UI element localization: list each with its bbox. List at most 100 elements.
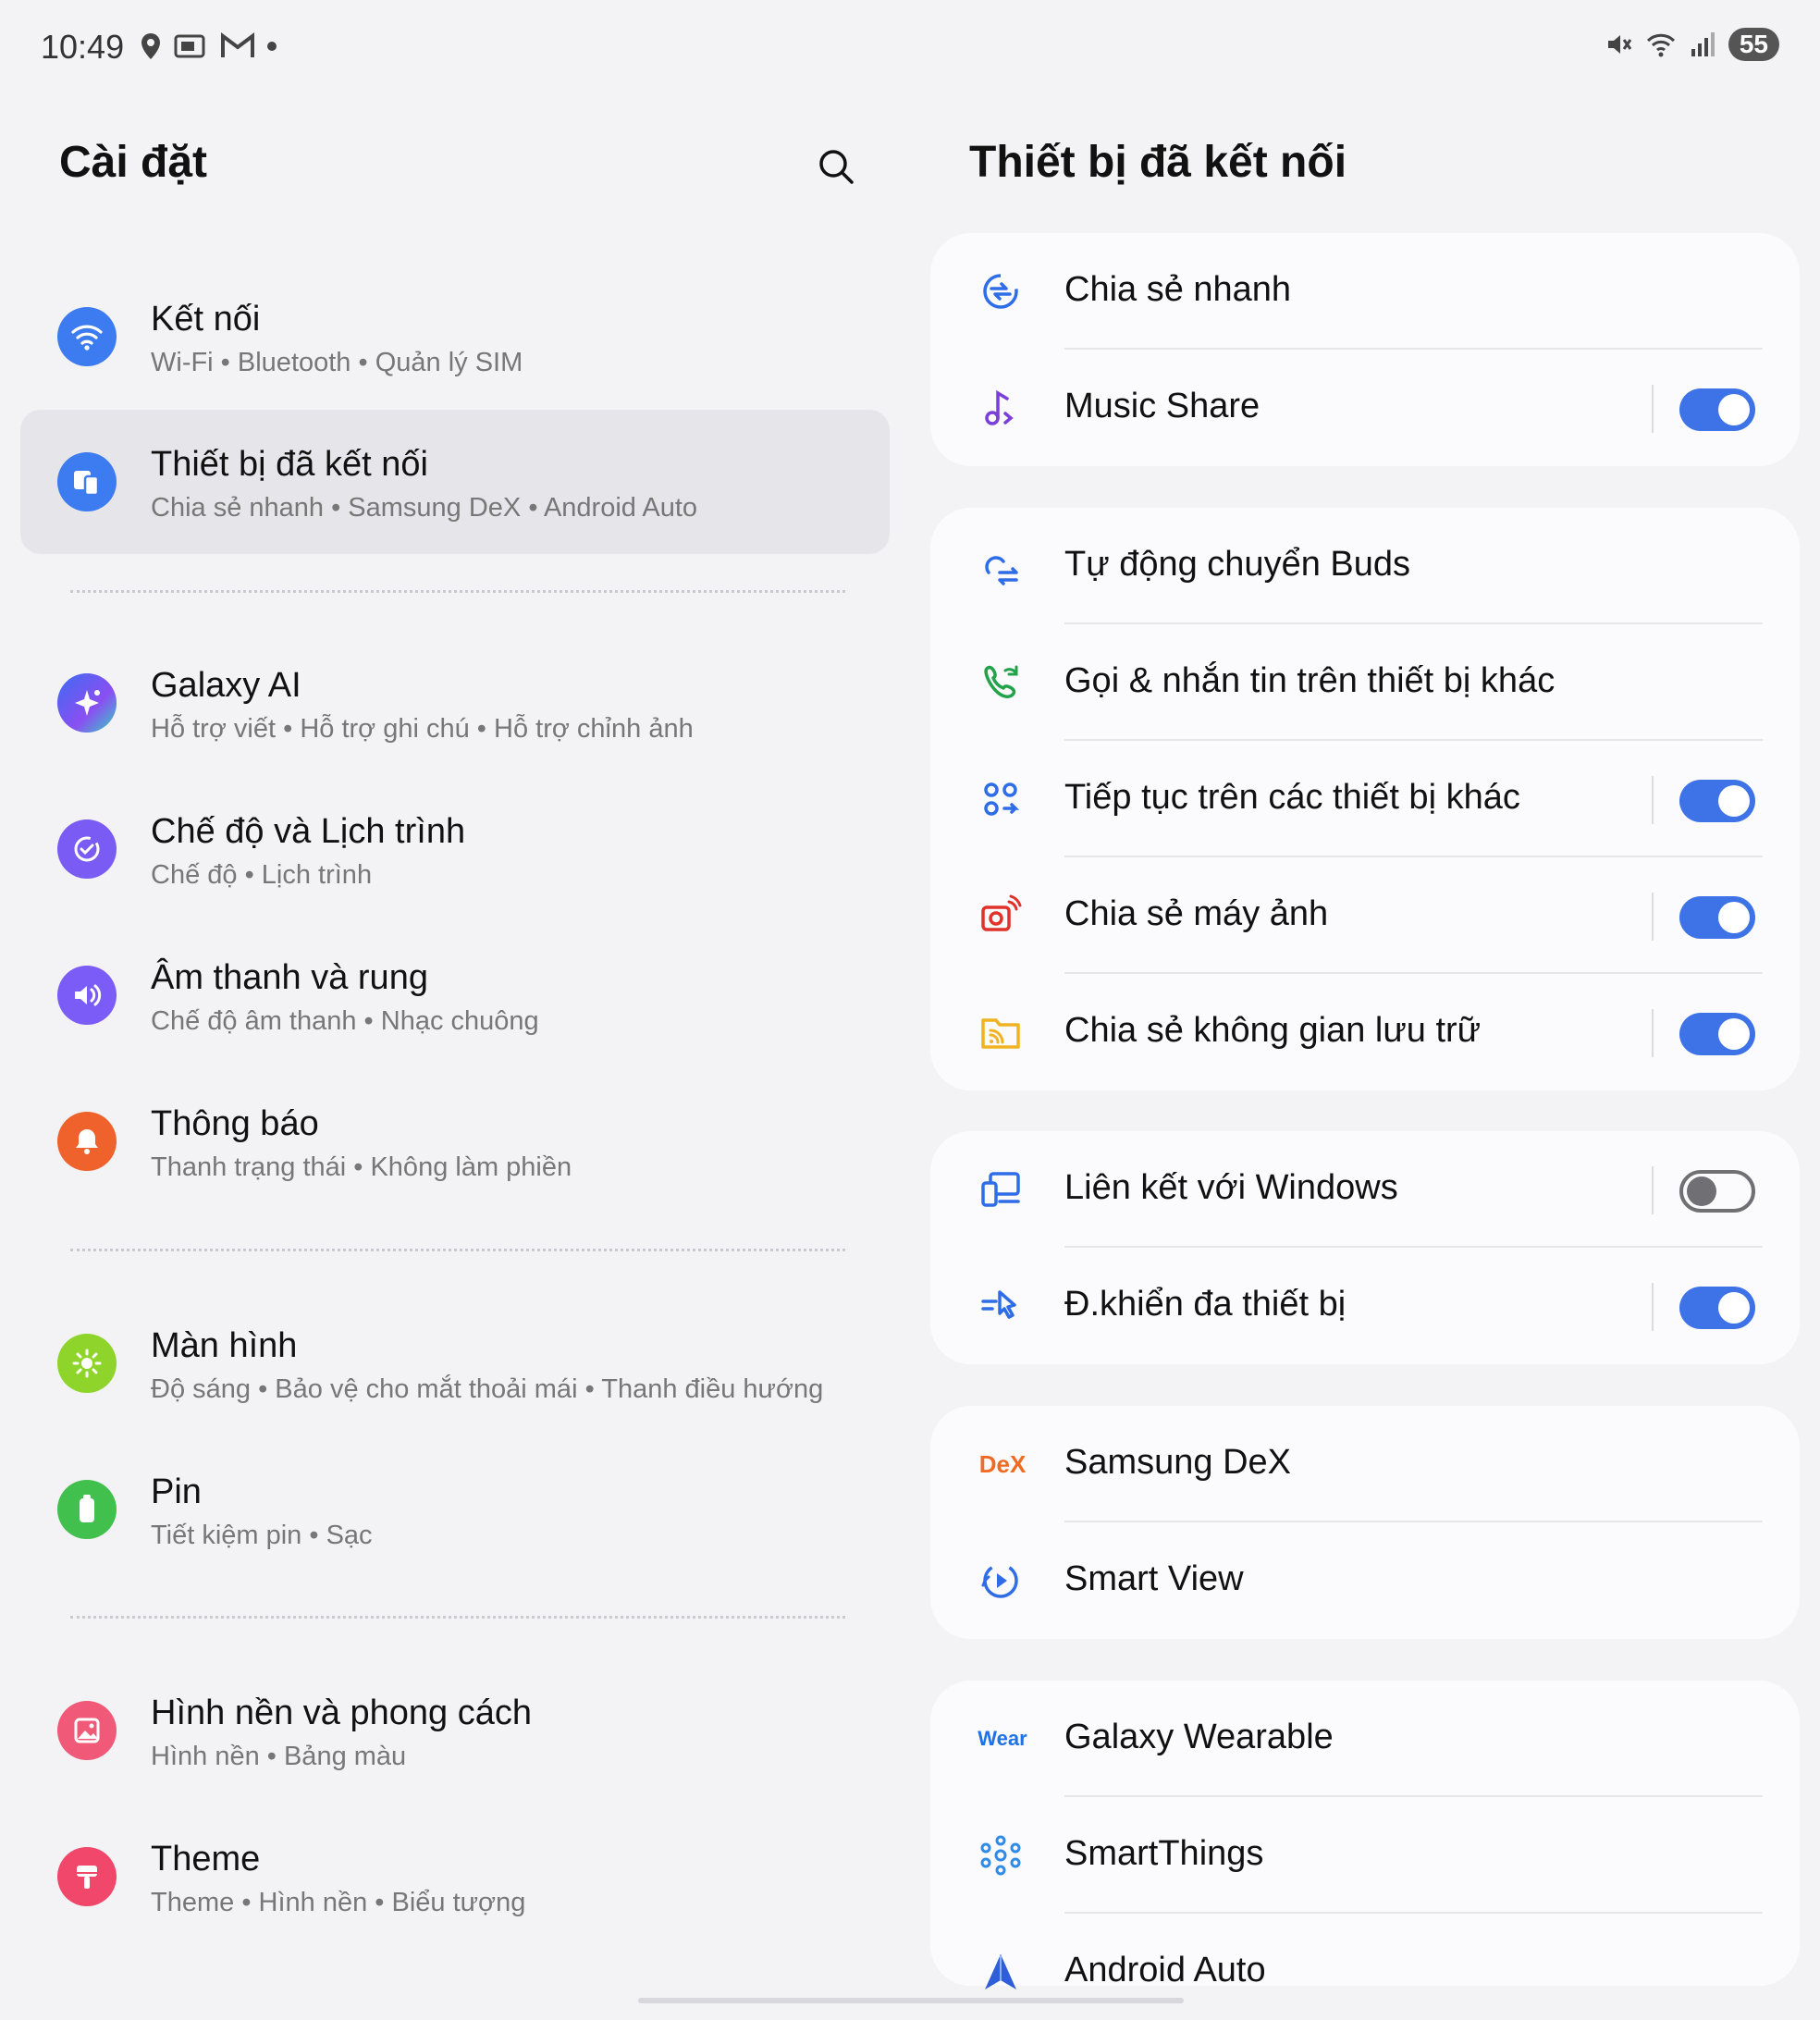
settings-card: Tự động chuyển Buds Gọi & nhắn tin trên … <box>930 508 1800 1090</box>
row-label: Đ.khiển đa thiết bị <box>1064 1285 1347 1324</box>
gesture-handle[interactable] <box>638 1998 1184 2003</box>
settings-item-modes-routines[interactable]: Chế độ và Lịch trình Chế độ • Lịch trình <box>20 777 890 921</box>
item-subtitle: Chế độ âm thanh • Nhạc chuông <box>151 1006 539 1036</box>
item-title: Theme <box>151 1840 261 1878</box>
settings-card: Liên kết với Windows Đ.khiển đa thiết bị <box>930 1131 1800 1364</box>
call-other-devices-icon <box>978 660 1023 705</box>
check-circle-icon <box>57 819 117 879</box>
item-title: Galaxy AI <box>151 666 301 705</box>
row-call-text-other-devices[interactable]: Gọi & nhắn tin trên thiết bị khác <box>930 624 1800 741</box>
item-title: Thiết bị đã kết nối <box>151 445 428 484</box>
item-subtitle: Wi-Fi • Bluetooth • Quản lý SIM <box>151 348 523 377</box>
bell-icon <box>57 1112 117 1171</box>
item-subtitle: Hình nền • Bảng màu <box>151 1742 407 1771</box>
dex-icon: DeX <box>975 1442 1030 1486</box>
row-label: Samsung DeX <box>1064 1443 1292 1482</box>
settings-item-sound-vibration[interactable]: Âm thanh và rung Chế độ âm thanh • Nhạc … <box>20 923 890 1067</box>
toggle-knob <box>1718 1018 1750 1050</box>
toggle-divider <box>1652 1283 1654 1331</box>
row-galaxy-wearable[interactable]: Wear Galaxy Wearable <box>930 1681 1800 1797</box>
multi-control-icon <box>978 1284 1023 1328</box>
section-divider <box>70 1616 845 1619</box>
settings-item-battery[interactable]: Pin Tiết kiệm pin • Sạc <box>20 1437 890 1582</box>
wifi-icon <box>57 307 117 366</box>
item-title: Kết nối <box>151 300 261 339</box>
item-subtitle: Hỗ trợ viết • Hỗ trợ ghi chú • Hỗ trợ ch… <box>151 714 694 744</box>
storage-share-icon <box>978 1010 1023 1054</box>
item-title: Chế độ và Lịch trình <box>151 812 466 851</box>
item-title: Hình nền và phong cách <box>151 1694 532 1732</box>
storage-share-toggle[interactable] <box>1679 1013 1755 1055</box>
row-label: Tiếp tục trên các thiết bị khác <box>1064 778 1520 817</box>
signal-icon <box>1691 32 1715 56</box>
row-link-to-windows[interactable]: Liên kết với Windows <box>930 1131 1800 1248</box>
settings-item-connections[interactable]: Kết nối Wi-Fi • Bluetooth • Quản lý SIM <box>20 265 890 409</box>
row-camera-share[interactable]: Chia sẻ máy ảnh <box>930 857 1800 974</box>
row-multi-control[interactable]: Đ.khiển đa thiết bị <box>930 1248 1800 1364</box>
row-auto-switch-buds[interactable]: Tự động chuyển Buds <box>930 508 1800 624</box>
settings-item-notifications[interactable]: Thông báo Thanh trạng thái • Không làm p… <box>20 1069 890 1213</box>
settings-item-wallpaper-style[interactable]: Hình nền và phong cách Hình nền • Bảng m… <box>20 1658 890 1803</box>
android-auto-icon <box>978 1950 1023 1994</box>
dot-icon <box>267 42 277 51</box>
settings-item-galaxy-ai[interactable]: Galaxy AI Hỗ trợ viết • Hỗ trợ ghi chú •… <box>20 631 890 775</box>
row-continue-apps[interactable]: Tiếp tục trên các thiết bị khác <box>930 741 1800 857</box>
link-windows-toggle[interactable] <box>1679 1170 1755 1213</box>
volume-icon <box>57 966 117 1025</box>
cast-icon <box>174 34 205 58</box>
settings-card: DeX Samsung DeX Smart View <box>930 1406 1800 1639</box>
battery-level: 55 <box>1728 28 1779 61</box>
wear-brand-label: Wear <box>978 1727 1027 1750</box>
section-divider <box>70 590 845 593</box>
mute-icon <box>1607 35 1632 54</box>
item-title: Thông báo <box>151 1104 319 1143</box>
continue-apps-toggle[interactable] <box>1679 780 1755 822</box>
row-label: Chia sẻ máy ảnh <box>1064 894 1329 933</box>
camera-share-toggle[interactable] <box>1679 896 1755 939</box>
wear-icon: Wear <box>975 1717 1030 1761</box>
status-time: 10:49 <box>41 28 125 66</box>
settings-item-display[interactable]: Màn hình Độ sáng • Bảo vệ cho mắt thoải … <box>20 1291 890 1435</box>
item-subtitle: Thanh trạng thái • Không làm phiền <box>151 1152 572 1182</box>
row-label: Tự động chuyển Buds <box>1064 545 1411 584</box>
row-label: Chia sẻ không gian lưu trữ <box>1064 1011 1482 1050</box>
settings-item-theme[interactable]: Theme Theme • Hình nền • Biểu tượng <box>20 1804 890 1949</box>
location-icon <box>141 33 160 59</box>
item-subtitle: Độ sáng • Bảo vệ cho mắt thoải mái • Tha… <box>151 1374 824 1404</box>
row-quick-share[interactable]: Chia sẻ nhanh <box>930 233 1800 350</box>
row-music-share[interactable]: Music Share <box>930 350 1800 466</box>
row-samsung-dex[interactable]: DeX Samsung DeX <box>930 1406 1800 1522</box>
toggle-knob <box>1687 1176 1716 1206</box>
item-title: Màn hình <box>151 1326 298 1365</box>
toggle-divider <box>1652 893 1654 941</box>
settings-card: Wear Galaxy Wearable SmartThings Android… <box>930 1681 1800 1989</box>
image-icon <box>57 1701 117 1760</box>
toggle-knob <box>1718 902 1750 933</box>
quick-share-icon <box>978 269 1023 314</box>
row-label: Liên kết với Windows <box>1064 1168 1398 1207</box>
item-subtitle: Tiết kiệm pin • Sạc <box>151 1521 373 1550</box>
row-label: Music Share <box>1064 387 1260 425</box>
music-share-toggle[interactable] <box>1679 388 1755 431</box>
gmail-icon <box>221 32 254 57</box>
row-smartthings[interactable]: SmartThings <box>930 1797 1800 1914</box>
battery-icon <box>57 1480 117 1539</box>
multi-control-toggle[interactable] <box>1679 1287 1755 1329</box>
row-android-auto[interactable]: Android Auto <box>930 1914 1800 2020</box>
search-button[interactable] <box>810 141 862 192</box>
smart-view-icon <box>978 1558 1023 1603</box>
toggle-divider <box>1652 776 1654 824</box>
camera-share-icon <box>978 893 1023 938</box>
row-storage-share[interactable]: Chia sẻ không gian lưu trữ <box>930 974 1800 1090</box>
toggle-knob <box>1718 785 1750 817</box>
devices-icon <box>57 452 117 511</box>
row-label: Gọi & nhắn tin trên thiết bị khác <box>1064 661 1556 700</box>
row-label: Android Auto <box>1064 1951 1266 1989</box>
row-label: SmartThings <box>1064 1834 1264 1873</box>
row-smart-view[interactable]: Smart View <box>930 1522 1800 1639</box>
settings-item-connected-devices[interactable]: Thiết bị đã kết nối Chia sẻ nhanh • Sams… <box>20 410 890 554</box>
status-bar: 10:49 55 <box>0 0 1820 92</box>
link-windows-icon <box>978 1167 1023 1212</box>
toggle-divider <box>1652 385 1654 433</box>
brush-icon <box>57 1847 117 1906</box>
